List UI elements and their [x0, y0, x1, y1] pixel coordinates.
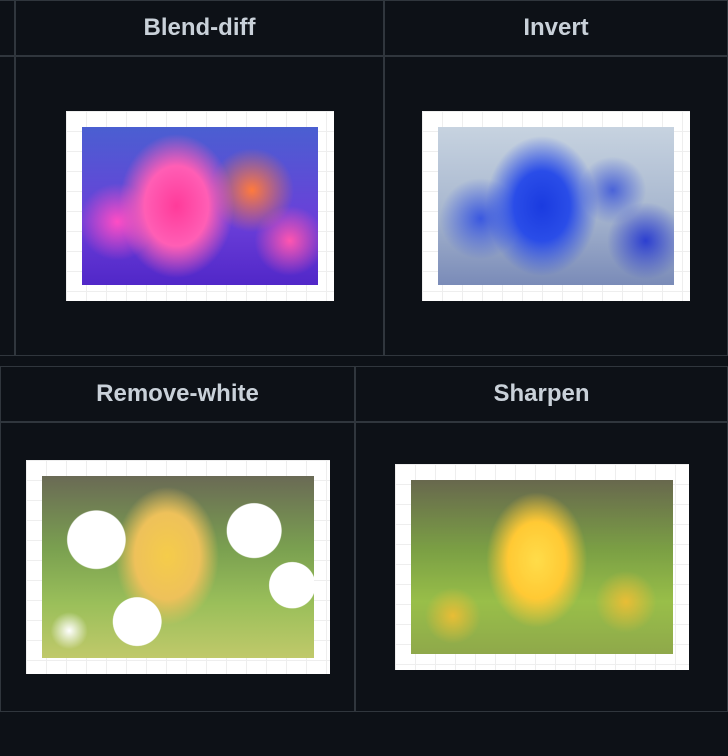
header-row-bottom: Remove-white Sharpen — [0, 366, 728, 422]
thumb-frame — [422, 111, 690, 301]
header-label: Remove-white — [96, 380, 259, 408]
header-sharpen: Sharpen — [355, 366, 728, 422]
header-invert: Invert — [384, 0, 728, 56]
thumb-image-invert — [438, 127, 674, 285]
header-label: Sharpen — [493, 380, 589, 408]
thumb-image-blend-diff — [82, 127, 318, 285]
thumb-image-remove-white — [42, 476, 314, 658]
thumb-cell-sharpen — [355, 422, 728, 712]
thumb-frame — [66, 111, 334, 301]
header-row-top: Blend-diff Invert — [0, 0, 728, 56]
body-sliver — [0, 56, 15, 356]
thumb-frame — [26, 460, 330, 674]
header-blend-diff: Blend-diff — [15, 0, 384, 56]
thumb-cell-remove-white — [0, 422, 355, 712]
thumb-row-bottom — [0, 422, 728, 712]
header-sliver — [0, 0, 15, 56]
thumb-cell-invert — [384, 56, 728, 356]
gap — [0, 356, 728, 366]
effects-table: Blend-diff Invert Remove-white Sharpen — [0, 0, 728, 712]
thumb-cell-blend-diff — [15, 56, 384, 356]
thumb-image-sharpen — [411, 480, 673, 654]
header-remove-white: Remove-white — [0, 366, 355, 422]
thumb-row-top — [0, 56, 728, 356]
row-separator — [0, 356, 728, 366]
thumb-frame — [395, 464, 689, 670]
header-label: Invert — [523, 14, 588, 42]
header-label: Blend-diff — [144, 14, 256, 42]
